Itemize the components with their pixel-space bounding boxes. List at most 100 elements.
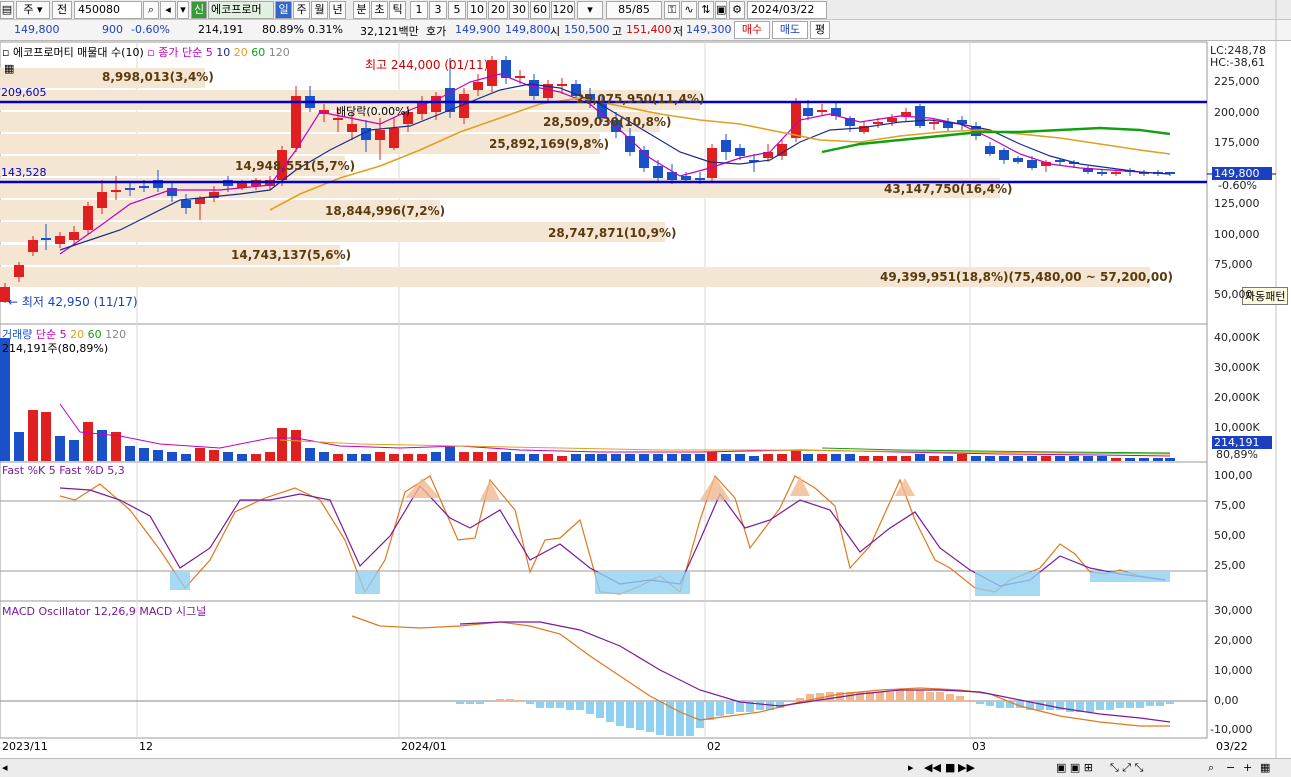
first-page-icon[interactable]: ◀◀	[924, 761, 941, 774]
volume-bar	[0, 338, 10, 461]
volume-bar	[667, 454, 677, 461]
ma10-label: 10	[216, 46, 231, 59]
volume-bar	[265, 452, 275, 461]
candle-body	[721, 140, 731, 152]
volume-ma5	[59, 403, 1171, 457]
stoch-axis-75: 75,00	[1214, 499, 1246, 512]
plus-icon[interactable]: +	[1243, 761, 1252, 774]
macd-histogram-bar	[1126, 701, 1134, 708]
volume-bar	[55, 436, 65, 461]
volume-pct-label: 80,89%	[1216, 448, 1258, 461]
volume-bar	[653, 454, 663, 461]
macd-axis-10000: 10,000	[1214, 664, 1253, 677]
macd-histogram-bar	[686, 701, 694, 736]
candle-body	[929, 122, 939, 124]
macd-histogram-bar	[516, 700, 524, 701]
volume-bar	[557, 456, 567, 461]
macd-histogram-bar	[916, 690, 924, 701]
macd-histogram-bar	[506, 699, 514, 701]
candle-body	[1097, 172, 1107, 174]
bottom-scrollbar[interactable]: ◂ ▸ ◀◀ ■ ▶▶ ▣ ▣ ⊞ ⤡ ⤢ ⤡ ⌕ − + ▦	[0, 758, 1291, 777]
candle-body	[557, 84, 567, 86]
price-title-text: 에코프로머티 매물대 수(10)	[12, 46, 144, 59]
macd-histogram-bar	[616, 701, 624, 726]
candle-body	[901, 112, 911, 116]
volume-bar	[1165, 458, 1175, 461]
macd-histogram-bar	[546, 701, 554, 708]
volume-bar	[375, 452, 385, 461]
scroll-right-icon[interactable]: ▸	[908, 761, 914, 774]
price-axis-50000: 50,000	[1214, 288, 1253, 301]
stoch-oversold-fill	[595, 572, 690, 594]
last-page-icon[interactable]: ▶▶	[958, 761, 975, 774]
vol-ma120: 120	[105, 328, 127, 341]
candle-body	[817, 110, 827, 112]
volume-bar	[209, 450, 219, 461]
draw-icon[interactable]: ⤡ ⤢ ⤡	[1110, 761, 1143, 775]
low-marker-text: 최저 42,950 (11/17)	[21, 295, 138, 309]
macd-histogram-bar	[636, 701, 644, 730]
stoch-oversold-fill	[975, 572, 1040, 596]
macd-histogram-bar	[676, 701, 684, 736]
volume-bar	[487, 452, 497, 461]
ma120-label: 120	[268, 46, 290, 59]
volume-bar	[473, 452, 483, 461]
candle-body	[735, 148, 745, 156]
macd-histogram-bar	[646, 701, 654, 732]
volume-bar	[1083, 456, 1093, 461]
macd-axis-30000: 30,000	[1214, 604, 1253, 617]
volume-bar	[69, 440, 79, 461]
volume-bar	[763, 454, 773, 461]
macd-histogram-bar	[1136, 701, 1144, 708]
candle-body	[707, 148, 717, 178]
macd-histogram-bar	[586, 701, 594, 714]
xaxis-2023-11: 2023/11	[2, 740, 48, 753]
macd-histogram-bar	[606, 701, 614, 722]
volume-bar	[915, 454, 925, 461]
stoch-panel-title: Fast %K 5 Fast %D 5,3	[2, 464, 125, 477]
macd-histogram-bar	[626, 701, 634, 728]
volume-bar	[333, 454, 343, 461]
zoom-icon[interactable]: ⌕	[1208, 761, 1214, 775]
candle-body	[139, 186, 149, 188]
candle-body	[111, 190, 121, 192]
xaxis-03: 03	[972, 740, 986, 753]
candle-body	[125, 188, 135, 190]
volume-bar	[1097, 456, 1107, 461]
macd-histogram-bar	[1116, 701, 1124, 708]
macd-axis-neg10000: -10,000	[1210, 723, 1253, 736]
volume-bar	[831, 454, 841, 461]
volume-bars	[0, 338, 1175, 461]
hline-high-label: 209,605	[1, 86, 47, 99]
volume-bar	[403, 454, 413, 461]
macd-histogram-bar	[976, 701, 984, 704]
profile-label-8: 28,747,871(10,9%)	[548, 226, 677, 240]
candle-body	[1013, 158, 1023, 162]
macd-histogram-bar	[696, 701, 704, 728]
volume-bar	[999, 456, 1009, 461]
table-icon[interactable]: ▦	[4, 62, 14, 75]
profile-label-4: 25,892,169(9,8%)	[489, 137, 610, 151]
volume-bar	[1069, 456, 1079, 461]
candle-body	[375, 130, 385, 140]
macd-histogram-bar	[796, 698, 804, 701]
vol-axis-20000: 20,000K	[1214, 391, 1260, 404]
volume-bar	[181, 454, 191, 461]
price-panel-title: ▫ 에코프로머티 매물대 수(10) ▫ 종가 단순 5 10 20 60 12…	[2, 44, 290, 60]
ma60-label: 60	[251, 46, 266, 59]
volume-bar	[695, 454, 705, 461]
volume-bar	[125, 446, 135, 461]
minus-icon[interactable]: −	[1226, 761, 1235, 774]
volume-bar	[707, 452, 717, 461]
pause-icon[interactable]: ■	[945, 761, 955, 774]
collapse-icon[interactable]: ▫	[2, 46, 9, 59]
macd-histogram-bar	[886, 692, 894, 701]
chart-options-icon[interactable]: ▦	[1260, 761, 1270, 774]
macd-histogram-bar	[656, 701, 664, 735]
scroll-left-icon[interactable]: ◂	[2, 761, 8, 774]
candle-body	[777, 144, 787, 156]
candle-body	[985, 146, 995, 154]
layout-icon[interactable]: ▣ ▣ ⊞	[1056, 761, 1093, 774]
candle-body	[625, 136, 635, 152]
close-icon[interactable]: ▫	[147, 46, 154, 59]
